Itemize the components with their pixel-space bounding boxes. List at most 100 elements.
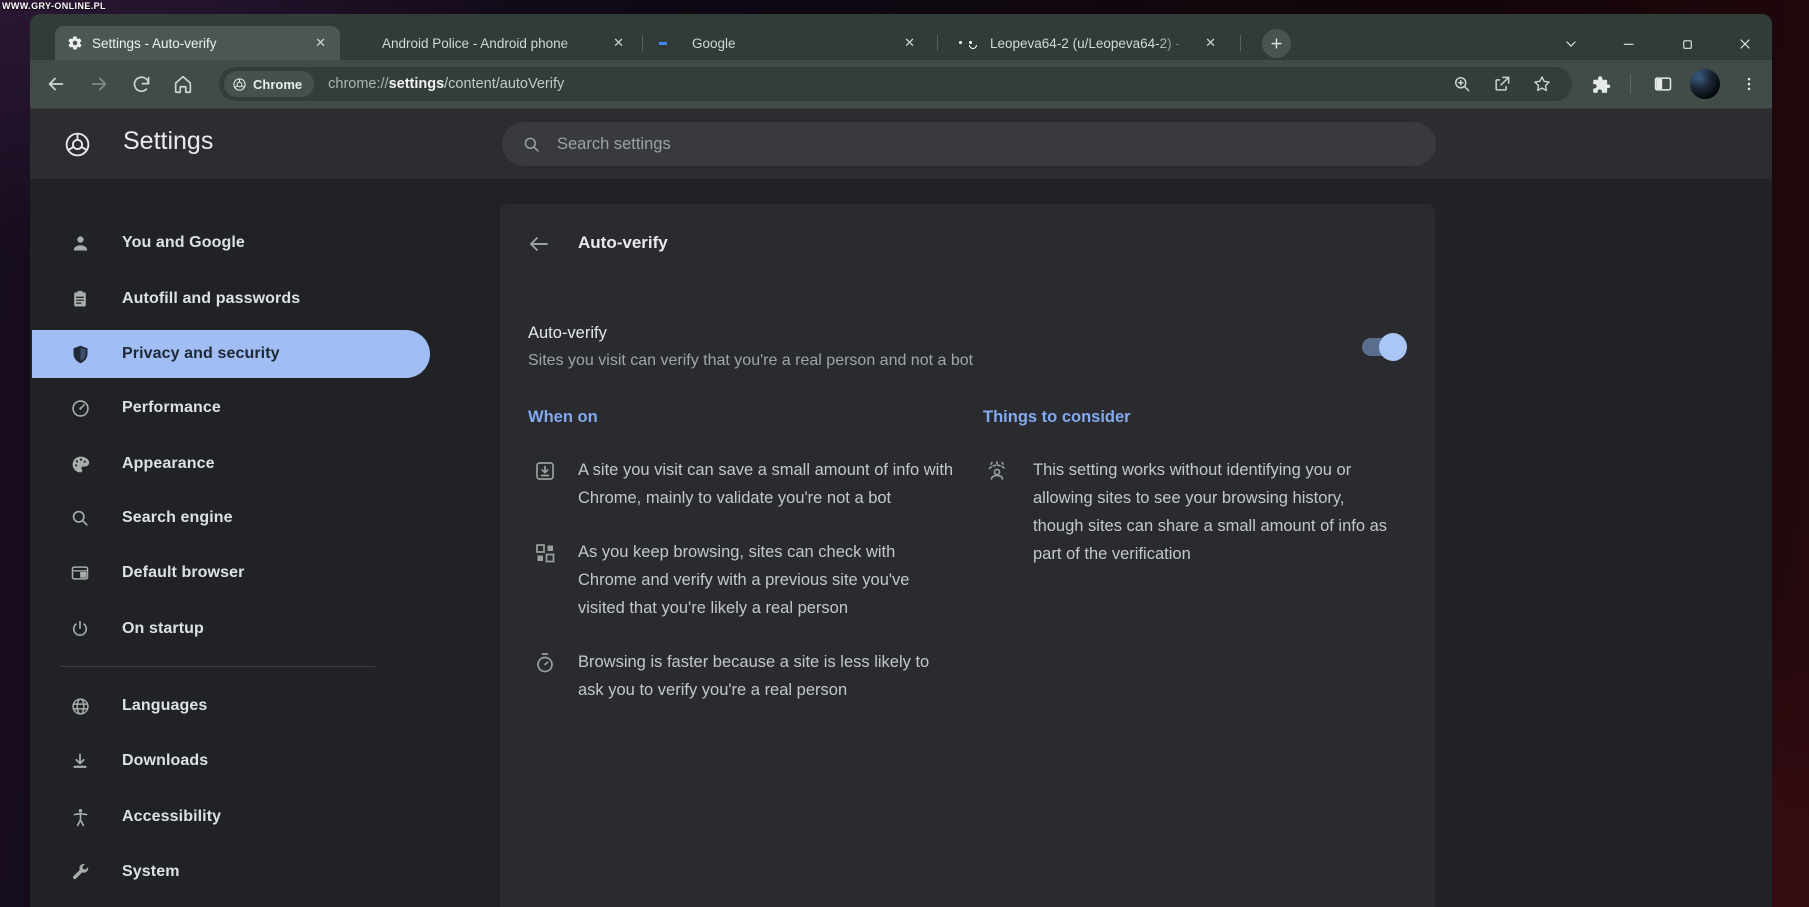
sidebar-item-label: You and Google xyxy=(122,234,245,252)
page-title: Settings xyxy=(123,127,213,156)
speedometer-icon xyxy=(69,397,91,419)
new-tab-button[interactable] xyxy=(1262,29,1291,58)
timer-icon xyxy=(532,648,558,704)
tab-search-chevron-icon[interactable] xyxy=(1556,30,1586,58)
sidebar-item-autofill[interactable]: Autofill and passwords xyxy=(32,275,430,323)
list-item: This setting works without identifying y… xyxy=(983,456,1423,568)
wrench-icon xyxy=(69,861,91,883)
sidebar-item-privacy-and-security[interactable]: Privacy and security xyxy=(32,330,430,378)
tab-close-icon[interactable]: ✕ xyxy=(311,33,330,53)
auto-verify-toggle-row[interactable]: Auto-verify Sites you visit can verify t… xyxy=(528,322,1405,372)
card-header: Auto-verify xyxy=(500,204,1435,284)
browser-window-icon xyxy=(69,562,91,584)
tab-close-icon[interactable]: ✕ xyxy=(1201,33,1220,53)
sidebar-item-search-engine[interactable]: Search engine xyxy=(32,494,430,542)
browser-window: Settings - Auto-verify ✕ Android Police … xyxy=(30,14,1772,907)
sidebar-item-appearance[interactable]: Appearance xyxy=(32,440,430,488)
sidebar-item-default-browser[interactable]: Default browser xyxy=(32,549,430,597)
tab-separator xyxy=(642,35,643,51)
forward-button[interactable] xyxy=(85,70,113,98)
desktop: WWW.GRY-ONLINE.PL Settings - Auto-verify… xyxy=(0,0,1809,907)
toggle-text-block: Auto-verify Sites you visit can verify t… xyxy=(528,322,973,372)
sidebar-item-languages[interactable]: Languages xyxy=(32,682,430,730)
things-to-consider-heading: Things to consider xyxy=(983,408,1423,430)
chrome-logo-icon xyxy=(232,77,247,92)
url-scheme: chrome:// xyxy=(328,76,388,92)
sidebar-item-label: On startup xyxy=(122,620,204,638)
tab-close-icon[interactable]: ✕ xyxy=(609,33,628,53)
list-item-text: A site you visit can save a small amount… xyxy=(578,456,956,512)
maximize-button[interactable] xyxy=(1672,30,1702,58)
search-icon xyxy=(522,135,541,154)
sidebar-item-label: Search engine xyxy=(122,509,233,527)
tab-title: Google xyxy=(692,36,891,51)
address-bar[interactable]: Chrome chrome://settings/content/autoVer… xyxy=(219,67,1572,101)
tab-title: Android Police - Android phone xyxy=(382,36,600,51)
reddit-icon xyxy=(965,35,981,51)
when-on-column: When on A site you visit can save a smal… xyxy=(528,408,956,704)
menu-kebab-icon[interactable] xyxy=(1735,70,1763,98)
tab-reddit[interactable]: Leopeva64-2 (u/Leopeva64-2) - ✕ xyxy=(953,26,1230,60)
list-item: Browsing is faster because a site is les… xyxy=(528,648,956,704)
sidebar-item-label: Default browser xyxy=(122,564,244,582)
bookmark-star-icon[interactable] xyxy=(1528,70,1556,98)
tab-settings[interactable]: Settings - Auto-verify ✕ xyxy=(55,26,340,60)
dashboard-icon xyxy=(532,538,558,622)
sidebar-item-performance[interactable]: Performance xyxy=(32,384,430,432)
list-item-text: This setting works without identifying y… xyxy=(1033,456,1395,568)
back-button[interactable] xyxy=(42,70,70,98)
tab-google[interactable]: Google ✕ xyxy=(655,26,929,60)
home-button[interactable] xyxy=(169,70,197,98)
list-item: A site you visit can save a small amount… xyxy=(528,456,956,512)
settings-page: Settings You and Google A xyxy=(30,109,1772,907)
tab-strip: Settings - Auto-verify ✕ Android Police … xyxy=(30,14,1772,60)
site-chip[interactable]: Chrome xyxy=(224,71,314,97)
tab-separator xyxy=(937,35,938,51)
sidebar-item-downloads[interactable]: Downloads xyxy=(32,737,430,785)
profile-avatar[interactable] xyxy=(1690,69,1720,99)
side-panel-icon[interactable] xyxy=(1649,70,1677,98)
tab-title: Leopeva64-2 (u/Leopeva64-2) - xyxy=(990,36,1192,51)
list-item: As you keep browsing, sites can check wi… xyxy=(528,538,956,622)
toggle-description: Sites you visit can verify that you're a… xyxy=(528,350,973,372)
site-chip-label: Chrome xyxy=(253,77,302,92)
auto-verify-toggle[interactable] xyxy=(1362,338,1405,356)
info-columns: When on A site you visit can save a smal… xyxy=(528,408,1435,704)
sidebar-item-you-and-google[interactable]: You and Google xyxy=(32,219,430,267)
sidebar-item-on-startup[interactable]: On startup xyxy=(32,605,430,653)
url-path: /content/autoVerify xyxy=(444,76,564,92)
things-to-consider-column: Things to consider This setting works wi… xyxy=(983,408,1423,704)
search-settings-box[interactable] xyxy=(502,122,1436,166)
tab-android-police[interactable]: Android Police - Android phone ✕ xyxy=(345,26,638,60)
url-text: chrome://settings/content/autoVerify xyxy=(328,76,564,92)
clipboard-icon xyxy=(69,288,91,310)
list-item-text: Browsing is faster because a site is les… xyxy=(578,648,956,704)
sidebar-item-system[interactable]: System xyxy=(32,848,430,896)
sidebar-divider xyxy=(60,666,375,667)
sidebar-item-label: Performance xyxy=(122,399,221,417)
magnifier-icon xyxy=(69,507,91,529)
list-item-text: As you keep browsing, sites can check wi… xyxy=(578,538,956,622)
when-on-heading: When on xyxy=(528,408,956,430)
close-window-button[interactable] xyxy=(1730,30,1760,58)
reload-button[interactable] xyxy=(127,70,155,98)
zoom-icon[interactable] xyxy=(1448,70,1476,98)
minimize-button[interactable] xyxy=(1614,30,1644,58)
sidebar-item-label: Privacy and security xyxy=(122,345,280,363)
accessibility-icon xyxy=(69,806,91,828)
person-icon xyxy=(69,232,91,254)
settings-gear-icon xyxy=(67,35,83,51)
chrome-logo-icon xyxy=(63,130,92,159)
download-icon xyxy=(69,750,91,772)
card-title: Auto-verify xyxy=(578,233,668,253)
back-arrow-icon[interactable] xyxy=(525,230,553,258)
sidebar-item-label: System xyxy=(122,863,180,881)
extensions-icon[interactable] xyxy=(1587,70,1615,98)
sidebar-item-label: Appearance xyxy=(122,455,215,473)
sidebar-item-accessibility[interactable]: Accessibility xyxy=(32,793,430,841)
tab-close-icon[interactable]: ✕ xyxy=(900,33,919,53)
search-settings-input[interactable] xyxy=(555,134,1155,155)
google-icon xyxy=(667,35,683,51)
share-icon[interactable] xyxy=(1488,70,1516,98)
url-host: settings xyxy=(389,76,445,92)
